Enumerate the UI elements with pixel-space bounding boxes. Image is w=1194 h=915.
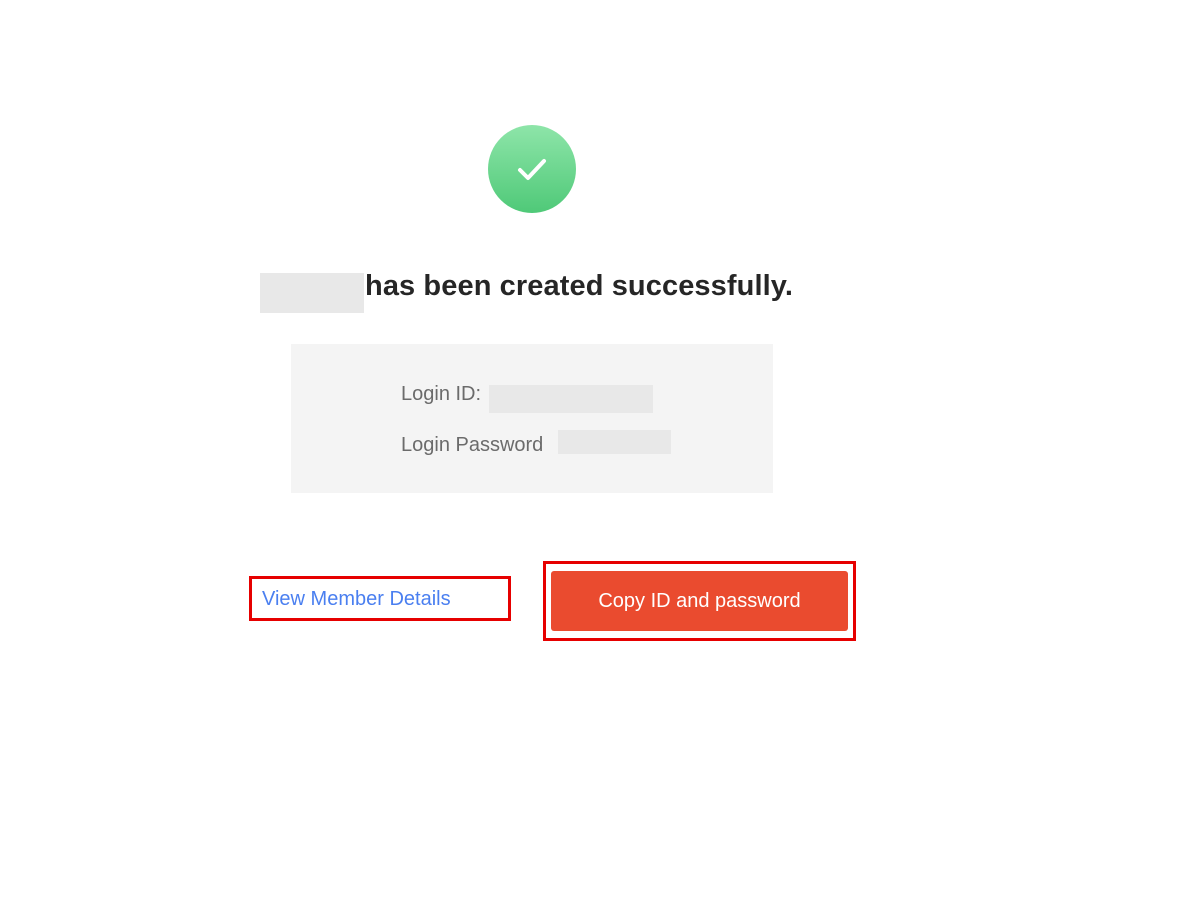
- success-check-icon: [488, 125, 576, 213]
- redacted-login-password: [558, 430, 671, 454]
- credentials-panel: [291, 344, 773, 493]
- success-message: has been created successfully.: [365, 270, 794, 302]
- redacted-member-name: [260, 273, 364, 313]
- redacted-login-id: [489, 385, 653, 413]
- checkmark-icon: [518, 159, 546, 180]
- copy-id-password-button[interactable]: Copy ID and password: [551, 571, 848, 631]
- view-member-details-link[interactable]: View Member Details: [262, 588, 451, 611]
- login-id-label: Login ID:: [401, 383, 482, 405]
- login-password-label: Login Password: [401, 434, 544, 456]
